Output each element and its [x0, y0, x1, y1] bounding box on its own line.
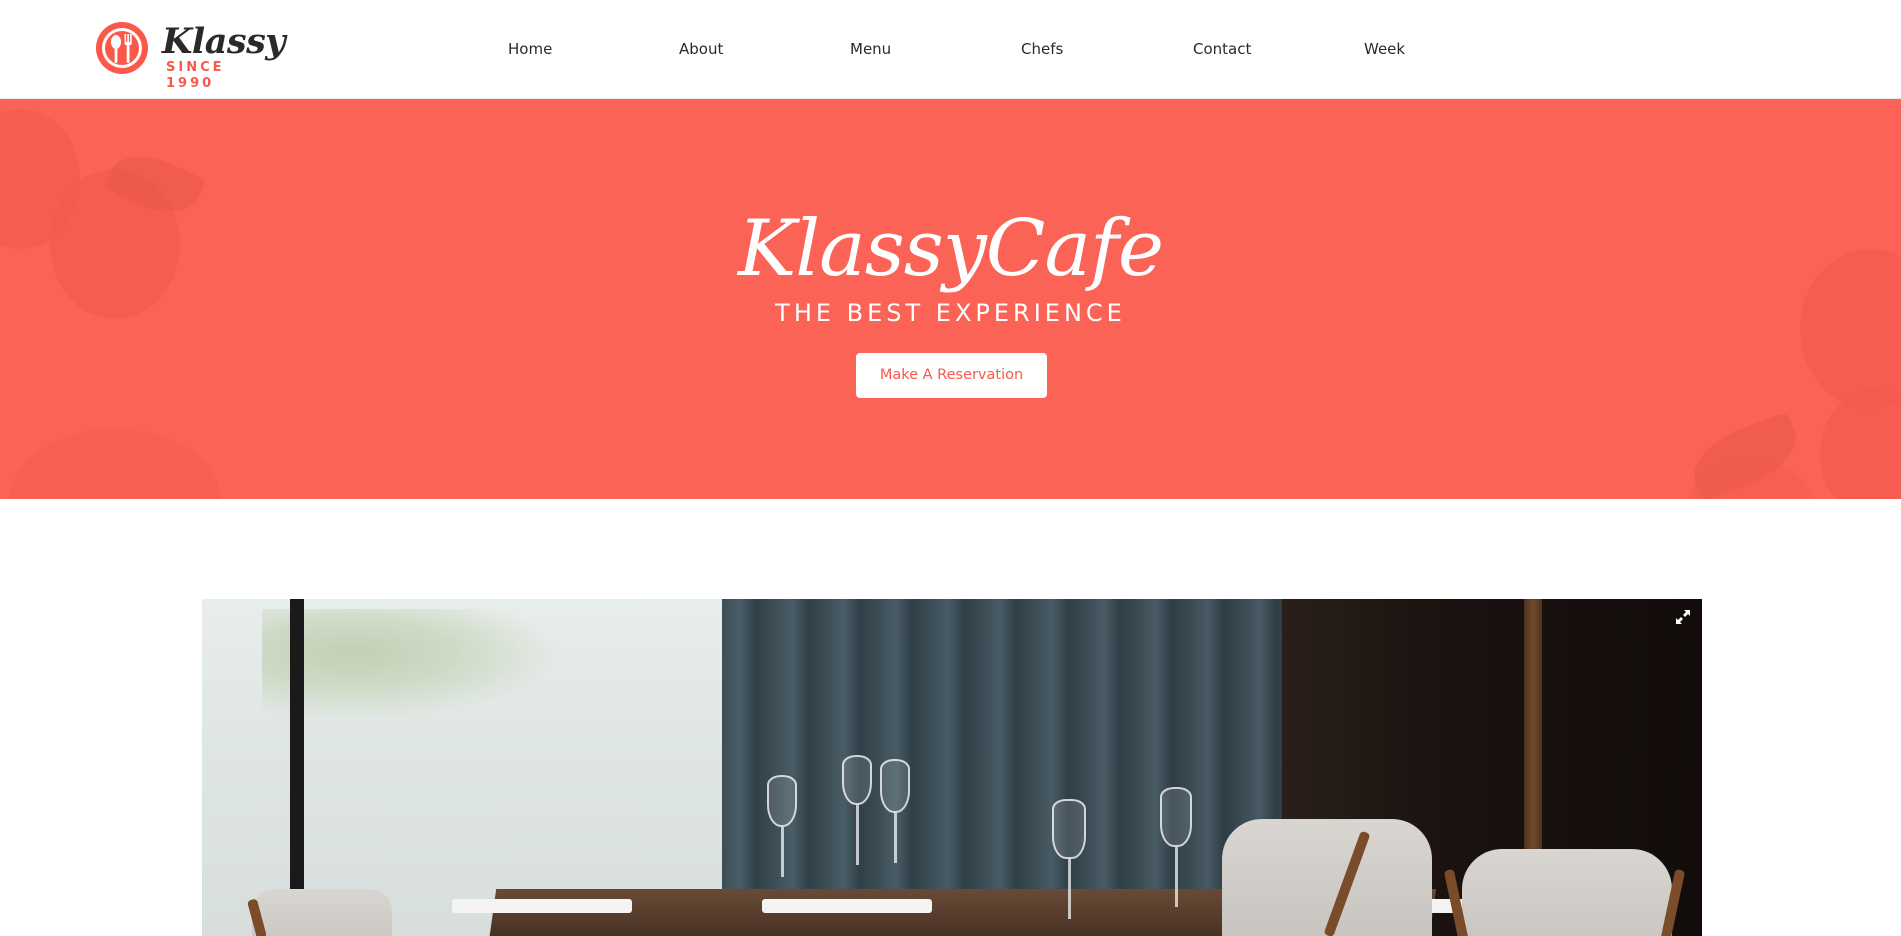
strawberry-decoration	[10, 429, 220, 499]
nav-item-home[interactable]: Home	[508, 38, 552, 60]
photo-chair	[1462, 849, 1672, 936]
wine-glass-stem	[894, 813, 897, 863]
nav-item-week[interactable]: Week	[1364, 38, 1405, 60]
photo-napkin	[762, 899, 932, 913]
photo-chair	[1222, 819, 1432, 936]
photo-napkin	[452, 899, 632, 913]
nav-item-menu[interactable]: Menu	[850, 38, 891, 60]
photo-chair	[252, 889, 392, 936]
site-header: Klassy SINCE 1990 Home About Menu Chefs …	[0, 0, 1901, 99]
main-nav: Home About Menu Chefs Contact Week	[0, 0, 1901, 99]
strawberry-decoration	[1820, 389, 1901, 499]
wine-glass-stem	[1175, 847, 1178, 907]
photo-window-frame	[290, 599, 304, 936]
hero-subtitle: THE BEST EXPERIENCE	[775, 299, 1126, 327]
hero-title: KlassyCafe	[737, 204, 1164, 294]
nav-item-chefs[interactable]: Chefs	[1021, 38, 1063, 60]
photo-greenery	[262, 609, 562, 719]
nav-item-about[interactable]: About	[679, 38, 723, 60]
make-reservation-button[interactable]: Make A Reservation	[856, 353, 1047, 398]
restaurant-photo	[202, 599, 1702, 936]
photo-curtain	[722, 599, 1282, 936]
wine-glass-stem	[781, 827, 784, 877]
wine-glass	[1160, 787, 1192, 847]
hero-banner: KlassyCafe THE BEST EXPERIENCE Make A Re…	[0, 99, 1901, 499]
expand-icon[interactable]	[1674, 608, 1692, 626]
wine-glass	[842, 755, 872, 805]
wine-glass-stem	[856, 805, 859, 865]
wine-glass	[880, 759, 910, 813]
nav-item-contact[interactable]: Contact	[1193, 38, 1251, 60]
wine-glass	[1052, 799, 1086, 859]
wine-glass	[767, 775, 797, 827]
wine-glass-stem	[1068, 859, 1071, 919]
